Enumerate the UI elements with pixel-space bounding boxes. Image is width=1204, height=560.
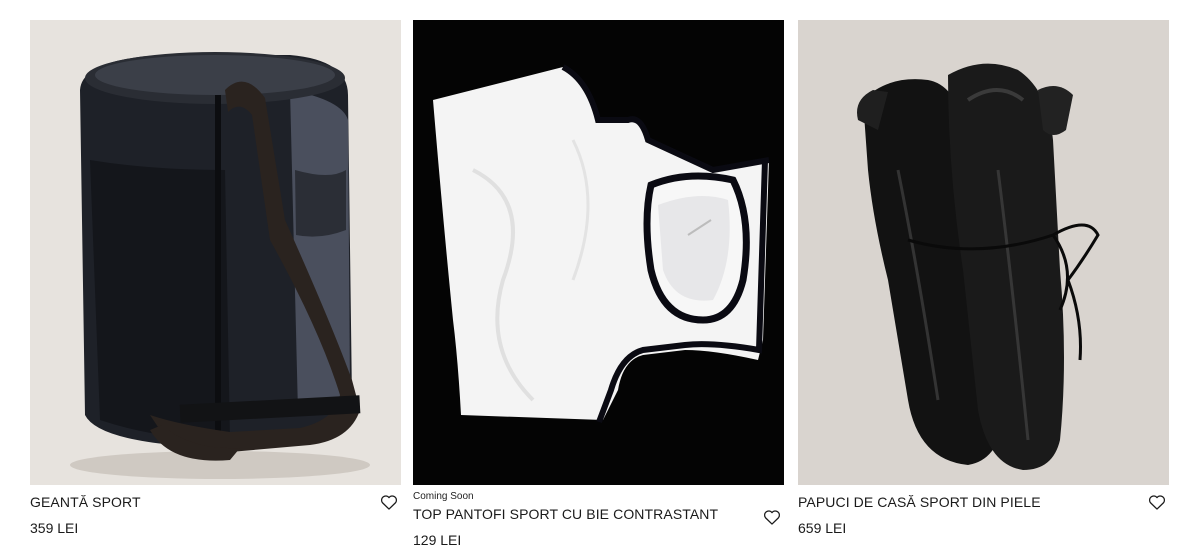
- product-price: 129 LEI: [413, 532, 462, 548]
- product-title[interactable]: PAPUCI DE CASĂ SPORT DIN PIELE: [798, 493, 1169, 511]
- product-card[interactable]: Coming Soon TOP PANTOFI SPORT CU BIE CON…: [413, 20, 784, 549]
- product-card[interactable]: PAPUCI DE CASĂ SPORT DIN PIELE 659 LEI: [798, 20, 1169, 537]
- product-price: 659 LEI: [798, 520, 847, 536]
- heart-icon[interactable]: [1147, 492, 1167, 512]
- product-image-leather-sneakers[interactable]: [798, 20, 1169, 485]
- product-info: Coming Soon TOP PANTOFI SPORT CU BIE CON…: [413, 485, 784, 549]
- heart-icon[interactable]: [762, 507, 782, 527]
- product-image-sport-bag[interactable]: [30, 20, 401, 485]
- coming-soon-badge: Coming Soon: [413, 491, 474, 502]
- product-card[interactable]: GEANTĂ SPORT 359 LEI: [30, 20, 401, 537]
- product-grid: GEANTĂ SPORT 359 LEI Coming Soon TOP PAN…: [0, 0, 1204, 560]
- product-image-crop-top[interactable]: [413, 20, 784, 485]
- product-price: 359 LEI: [30, 520, 79, 536]
- heart-icon[interactable]: [379, 492, 399, 512]
- product-info: PAPUCI DE CASĂ SPORT DIN PIELE 659 LEI: [798, 485, 1169, 537]
- product-info: GEANTĂ SPORT 359 LEI: [30, 485, 401, 537]
- product-title[interactable]: GEANTĂ SPORT: [30, 493, 401, 511]
- product-title[interactable]: TOP PANTOFI SPORT CU BIE CONTRASTANT: [413, 505, 784, 523]
